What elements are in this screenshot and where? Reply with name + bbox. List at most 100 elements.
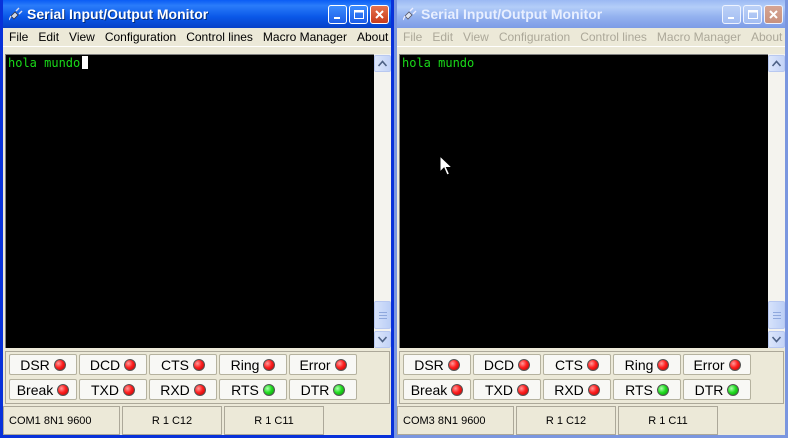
line-label: Error (693, 356, 725, 373)
menu-view[interactable]: View (64, 30, 100, 44)
led-red (53, 358, 66, 371)
line-label: Break (410, 381, 448, 398)
close-button[interactable] (370, 5, 389, 24)
break-button[interactable]: Break (9, 379, 77, 400)
cts-indicator[interactable]: CTS (149, 354, 217, 375)
line-label: TXD (485, 381, 513, 398)
window-title: Serial Input/Output Monitor (27, 6, 209, 22)
minimize-icon (728, 17, 734, 19)
maximize-icon (748, 10, 758, 19)
scroll-down-button[interactable] (768, 331, 785, 348)
led-red (518, 358, 531, 371)
dtr-button[interactable]: DTR (683, 379, 751, 400)
scroll-thumb[interactable] (768, 301, 785, 329)
led-red (657, 358, 670, 371)
menu-file[interactable]: File (397, 30, 427, 44)
menu-control-lines[interactable]: Control lines (575, 30, 652, 44)
dcd-indicator[interactable]: DCD (473, 354, 541, 375)
line-label: CTS (161, 356, 189, 373)
terminal-text: hola mundo (402, 56, 475, 70)
txd-indicator[interactable]: TXD (473, 379, 541, 400)
status-position-2: R 1 C11 (618, 406, 718, 435)
led-red (587, 358, 599, 371)
scroll-up-button[interactable] (768, 55, 785, 72)
text-cursor (82, 56, 89, 69)
minimize-icon (334, 17, 340, 19)
terminal-text: hola mundo (8, 56, 81, 70)
scroll-up-button[interactable] (374, 55, 391, 72)
control-lines-panel: DSR DCD CTS Ring Error Break TXD RXD RTS… (5, 351, 390, 404)
led-red (517, 383, 529, 396)
menu-edit[interactable]: Edit (427, 30, 458, 44)
line-label: CTS (555, 356, 583, 373)
menu-configuration[interactable]: Configuration (100, 30, 181, 44)
arrow-down-icon (772, 336, 781, 343)
dsr-indicator[interactable]: DSR (9, 354, 77, 375)
rts-button[interactable]: RTS (613, 379, 681, 400)
line-label: RXD (554, 381, 584, 398)
arrow-up-icon (772, 60, 781, 67)
serial-monitor-window-com1[interactable]: Serial Input/Output Monitor File Edit Vi… (0, 0, 394, 438)
control-lines-panel: DSR DCD CTS Ring Error Break TXD RXD RTS… (399, 351, 784, 404)
ring-indicator[interactable]: Ring (219, 354, 287, 375)
status-port-settings: COM1 8N1 9600 (3, 406, 120, 435)
rts-button[interactable]: RTS (219, 379, 287, 400)
plug-icon (9, 7, 23, 21)
close-icon (769, 10, 778, 19)
menu-view[interactable]: View (458, 30, 494, 44)
vertical-scrollbar[interactable] (374, 54, 391, 348)
arrow-up-icon (378, 60, 387, 67)
arrow-down-icon (378, 336, 387, 343)
txd-indicator[interactable]: TXD (79, 379, 147, 400)
terminal-area[interactable]: hola mundo (399, 54, 769, 348)
menu-macro-manager[interactable]: Macro Manager (652, 30, 746, 44)
menu-about[interactable]: About (352, 30, 393, 44)
dsr-indicator[interactable]: DSR (403, 354, 471, 375)
led-green (262, 383, 275, 396)
led-red (587, 383, 600, 396)
vertical-scrollbar[interactable] (768, 54, 785, 348)
led-red (57, 383, 70, 396)
dtr-button[interactable]: DTR (289, 379, 357, 400)
break-button[interactable]: Break (403, 379, 471, 400)
menu-macro-manager[interactable]: Macro Manager (258, 30, 352, 44)
line-label: TXD (91, 381, 119, 398)
scroll-thumb[interactable] (374, 301, 391, 329)
title-bar[interactable]: Serial Input/Output Monitor (397, 0, 785, 28)
status-position-1: R 1 C12 (122, 406, 222, 435)
line-label: Ring (230, 356, 260, 373)
line-label: Ring (624, 356, 654, 373)
maximize-button[interactable] (349, 5, 368, 24)
serial-monitor-window-com3[interactable]: Serial Input/Output Monitor File Edit Vi… (394, 0, 788, 438)
maximize-button[interactable] (743, 5, 762, 24)
minimize-button[interactable] (328, 5, 347, 24)
scroll-down-button[interactable] (374, 331, 391, 348)
title-bar[interactable]: Serial Input/Output Monitor (3, 0, 391, 28)
error-indicator[interactable]: Error (683, 354, 751, 375)
mouse-pointer-icon (439, 155, 453, 176)
line-label: RXD (160, 381, 190, 398)
menu-control-lines[interactable]: Control lines (181, 30, 258, 44)
error-indicator[interactable]: Error (289, 354, 357, 375)
led-green (727, 383, 740, 396)
rxd-indicator[interactable]: RXD (149, 379, 217, 400)
status-bar: COM1 8N1 9600 R 1 C12 R 1 C11 (3, 406, 391, 438)
line-label: RTS (231, 381, 259, 398)
menu-configuration[interactable]: Configuration (494, 30, 575, 44)
ring-indicator[interactable]: Ring (613, 354, 681, 375)
menu-file[interactable]: File (3, 30, 33, 44)
led-red (193, 358, 205, 371)
led-red (451, 383, 464, 396)
minimize-button[interactable] (722, 5, 741, 24)
menu-edit[interactable]: Edit (33, 30, 64, 44)
terminal-area[interactable]: hola mundo (5, 54, 375, 348)
close-button[interactable] (764, 5, 783, 24)
menu-about[interactable]: About (746, 30, 787, 44)
rxd-indicator[interactable]: RXD (543, 379, 611, 400)
led-red (728, 358, 741, 371)
cts-indicator[interactable]: CTS (543, 354, 611, 375)
menu-bar: File Edit View Configuration Control lin… (397, 28, 785, 47)
led-red (263, 358, 276, 371)
led-green (656, 383, 669, 396)
dcd-indicator[interactable]: DCD (79, 354, 147, 375)
